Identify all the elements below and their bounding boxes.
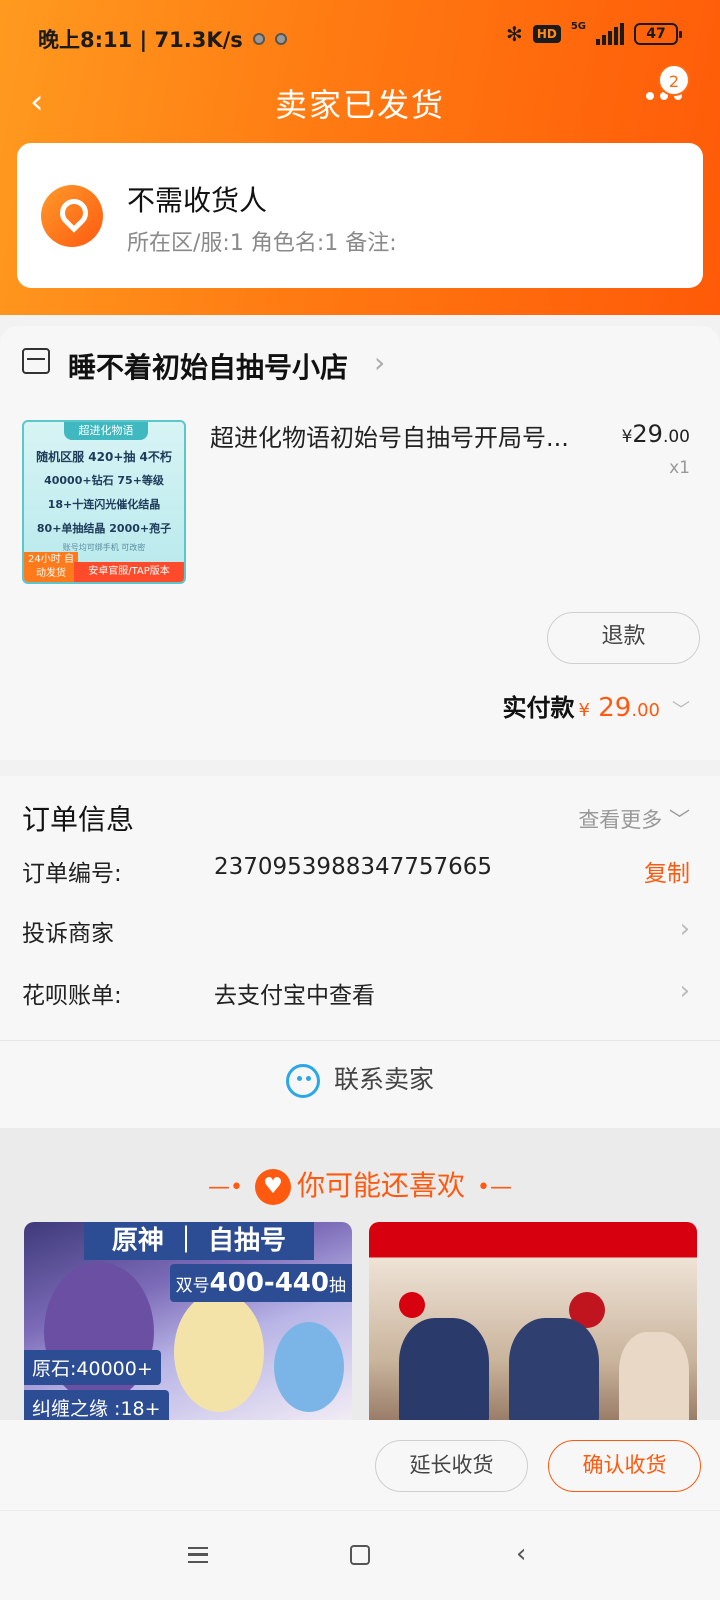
chevron-down-icon[interactable]: ﹀	[672, 696, 690, 722]
recommendation-title-text: 你可能还喜欢	[296, 1169, 465, 1202]
card-head-right: 自抽号	[208, 1226, 287, 1256]
order-number-label: 订单编号:	[22, 861, 122, 887]
person-illustration	[399, 1318, 489, 1420]
product-price: ¥29.00	[622, 420, 690, 448]
card-tag-prefix: 双号	[175, 1276, 210, 1296]
thumbnail-line: 40000+钻石 75+等级	[44, 474, 164, 487]
huabei-row[interactable]: 花呗账单: 去支付宝中查看 ›	[22, 976, 690, 1016]
card-head: 原神 ｜ 自抽号	[84, 1222, 314, 1260]
paid-label: 实付款	[502, 694, 575, 722]
status-left: 晚上8:11 | 71.3K/s	[38, 24, 287, 54]
order-item-card: 睡不着初始自抽号小店 › 超进化物语 随机区服 420+抽 4不朽 40000+…	[0, 326, 720, 760]
heart-icon: ♥	[254, 1169, 291, 1205]
thumbnail-foot-right: 安卓官服/TAP版本	[74, 562, 184, 582]
recipient-title: 不需收货人	[127, 184, 268, 217]
copy-button[interactable]: 复制	[644, 854, 690, 888]
home-icon[interactable]	[350, 1545, 370, 1565]
thumbnail-line: 18+十连闪光催化结晶	[47, 498, 161, 511]
product-quantity: x1	[669, 458, 690, 478]
order-info-title: 订单信息	[22, 803, 135, 836]
navigation-bar: ‹ 卖家已发货 2	[0, 64, 720, 128]
status-time-speed: 晚上8:11 | 71.3K/s	[38, 28, 243, 52]
system-navigation-bar: ‹	[0, 1510, 720, 1600]
price-decimal: .00	[662, 427, 690, 447]
huabei-value: 去支付宝中查看	[214, 983, 375, 1009]
chevron-down-icon: ﹀	[669, 808, 690, 832]
person-illustration	[619, 1332, 689, 1420]
decorative-dash-icon: •—	[477, 1174, 512, 1200]
page-title: 卖家已发货	[274, 86, 445, 124]
status-right: ✻ HD 5G 47	[506, 20, 682, 46]
bottom-action-bar: 延长收货 确认收货	[0, 1420, 720, 1510]
price-integer: 29	[632, 420, 663, 448]
card-tag: 原石:40000+	[24, 1350, 161, 1385]
battery-icon: 47	[634, 23, 682, 45]
card-tag: 双号400-440抽	[169, 1264, 352, 1302]
recommendation-section: —• ♥ 你可能还喜欢 •— 原神 ｜ 自抽号 双号400-440抽 原石:40000…	[0, 1128, 720, 1420]
signal-icon	[596, 23, 624, 45]
recommendation-title: —• ♥ 你可能还喜欢 •—	[0, 1164, 720, 1205]
recommended-product-card[interactable]	[369, 1222, 697, 1420]
status-bar: 晚上8:11 | 71.3K/s ✻ HD 5G 47	[0, 0, 720, 72]
order-info-card: 订单信息 查看更多 ﹀ 订单编号: 2370953988347757665 复制…	[0, 776, 720, 1128]
complain-row[interactable]: 投诉商家 ›	[22, 914, 690, 954]
thumbnail-foot-left: 24小时 自动发货	[24, 552, 78, 582]
view-more-link[interactable]: 查看更多 ﹀	[578, 804, 690, 834]
card-head-left: 原神	[111, 1226, 164, 1256]
card-tag-value: 400-440	[209, 1268, 329, 1298]
chat-bubble-icon	[285, 1064, 320, 1098]
decorative-dash-icon: —•	[208, 1174, 243, 1200]
shop-name[interactable]: 睡不着初始自抽号小店	[68, 346, 348, 386]
bluetooth-icon: ✻	[506, 22, 523, 46]
price-currency: ¥	[621, 427, 633, 447]
chevron-right-icon[interactable]: ›	[374, 346, 385, 379]
chevron-right-icon: ›	[679, 914, 690, 944]
contact-seller-label: 联系卖家	[333, 1065, 434, 1094]
refund-button[interactable]: 退款	[547, 612, 700, 664]
notification-dot-icon	[274, 33, 287, 45]
contact-seller-button[interactable]: 联系卖家	[0, 1060, 720, 1110]
character-illustration	[174, 1292, 264, 1412]
card-tag: 纠缠之缘 :18+	[24, 1390, 169, 1420]
thumbnail-line: 随机区服 420+抽 4不朽	[36, 450, 172, 464]
product-thumbnail[interactable]: 超进化物语 随机区服 420+抽 4不朽 40000+钻石 75+等级 18+十…	[22, 420, 186, 584]
confirm-receipt-button[interactable]: 确认收货	[548, 1440, 701, 1492]
network-type: 5G	[570, 20, 586, 32]
thumbnail-line: 80+单抽结晶 2000+孢子	[36, 522, 172, 535]
hd-icon: HD	[532, 25, 561, 43]
decoration-icon	[399, 1292, 425, 1318]
view-more-label: 查看更多	[578, 808, 663, 832]
thumbnail-head: 超进化物语	[64, 422, 148, 440]
paid-amount-row[interactable]: 实付款 ¥ 29.00 ﹀	[503, 688, 690, 723]
complain-label: 投诉商家	[22, 921, 114, 947]
huabei-label: 花呗账单:	[22, 983, 122, 1009]
address-card: 不需收货人 所在区/服:1 角色名:1 备注:	[17, 143, 703, 288]
recipient-detail: 所在区/服:1 角色名:1 备注:	[127, 231, 397, 256]
chevron-right-icon: ›	[679, 976, 690, 1006]
extend-receipt-button[interactable]: 延长收货	[375, 1440, 528, 1492]
order-number-value: 2370953988347757665	[214, 854, 493, 880]
message-count-badge: 2	[658, 64, 690, 96]
card-tag-suffix: 抽	[329, 1276, 346, 1296]
menu-icon[interactable]	[188, 1547, 208, 1563]
paid-amount: ¥ 29.00	[579, 693, 660, 723]
character-illustration	[274, 1322, 344, 1412]
paid-decimal: .00	[631, 700, 660, 721]
location-pin-icon	[41, 185, 103, 247]
back-icon[interactable]: ‹	[516, 1539, 526, 1569]
product-title[interactable]: 超进化物语初始号自抽号开局号...	[210, 418, 600, 453]
person-illustration	[509, 1318, 599, 1420]
order-number-row: 订单编号: 2370953988347757665 复制	[22, 854, 690, 894]
shop-icon	[22, 348, 50, 374]
paid-integer: 29	[598, 693, 632, 723]
notification-dot-icon	[252, 33, 265, 45]
recommended-product-card[interactable]: 原神 ｜ 自抽号 双号400-440抽 原石:40000+ 纠缠之缘 :18+	[24, 1222, 352, 1420]
paid-currency: ¥	[578, 700, 590, 721]
divider	[0, 1040, 720, 1041]
